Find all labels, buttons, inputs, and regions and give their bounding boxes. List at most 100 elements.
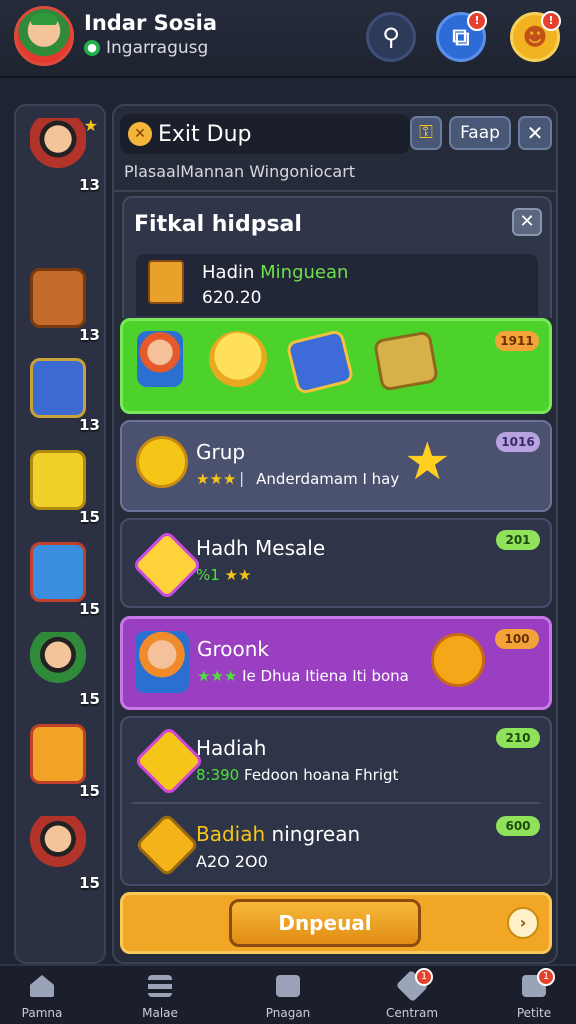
gem-icon xyxy=(131,529,203,601)
nav-item-pamna[interactable]: Pamna xyxy=(2,972,82,1020)
sidebar-item-character-2[interactable]: 15 xyxy=(24,630,100,710)
nav-label: Pamna xyxy=(21,1006,63,1020)
copy-button[interactable]: ⧉ ! xyxy=(436,11,487,62)
card-title: Hadiah xyxy=(196,736,267,760)
book-icon xyxy=(285,328,355,396)
card-subtitle-text: ⎸Anderdamam I hay xyxy=(241,470,400,488)
nav-item-pnagan[interactable]: Pnagan xyxy=(248,972,328,1020)
card-subtitle: ★★★ Ie Dhua Itiena Iti bona xyxy=(197,667,409,685)
card-title-white: ningrean xyxy=(271,822,361,846)
nav-item-petite[interactable]: 1 Petite xyxy=(494,968,574,1020)
nav-label: Malae xyxy=(142,1006,178,1020)
exit-field[interactable]: ✕ Exit Dup xyxy=(120,114,410,154)
emote-button[interactable]: ☻ ! xyxy=(510,11,561,62)
chat-button[interactable]: ⚲ xyxy=(366,12,416,62)
sidebar: ★ 13 13 13 15 15 15 15 15 xyxy=(14,104,106,964)
sidebar-item-count: 13 xyxy=(79,326,100,344)
card-title-2: Badiah ningrean xyxy=(196,822,360,846)
reward-card-hadh-mesale[interactable]: Hadh Mesale %1 ★★ 201 xyxy=(120,518,552,608)
sidebar-item-count: 15 xyxy=(79,600,100,618)
star-icon: ★★ xyxy=(224,566,252,584)
card-title-gold: Badiah xyxy=(196,822,272,846)
panel-header: ✕ Exit Dup ⚿ Faap ✕ PlasaalMannan Wingon… xyxy=(114,106,556,192)
gold-crate-icon xyxy=(30,724,86,784)
chest-icon xyxy=(30,268,86,328)
reward-card-grup[interactable]: Grup ★★★ ⎸Anderdamam I hay ★ 1016 xyxy=(120,420,552,512)
card-title: Groonk xyxy=(197,637,270,661)
top-bar: Indar Sosia ● Ingarragusg ⚲ ⧉ ! ☻ ! xyxy=(0,0,576,78)
card-badge: 100 xyxy=(495,629,539,649)
card-title: Grup xyxy=(196,440,246,464)
reward-card-hadiah[interactable]: Hadiah 8:390 Fedoon hoana Fhrigt 210 Bad… xyxy=(120,716,552,886)
nav-label: Centram xyxy=(385,1006,439,1020)
notification-badge: ! xyxy=(541,11,561,31)
card-subtitle: 8:390 Fedoon hoana Fhrigt xyxy=(196,766,398,784)
nav-item-centram[interactable]: 1 Centram xyxy=(372,968,452,1020)
sidebar-item-character-3[interactable]: 15 xyxy=(24,814,100,894)
tools-icon: 1 xyxy=(395,968,433,1003)
coin-icon xyxy=(431,633,485,687)
section-close-button[interactable]: ✕ xyxy=(512,208,542,236)
big-star-icon: ★ xyxy=(404,432,451,492)
sidebar-item-gold-block[interactable]: 15 xyxy=(24,448,100,528)
section-row[interactable]: Hadin Minguean 620.20 xyxy=(136,254,538,316)
sidebar-item-count: 15 xyxy=(79,690,100,708)
reward-panel: ✕ Exit Dup ⚿ Faap ✕ PlasaalMannan Wingon… xyxy=(112,104,558,964)
card-badge: 1911 xyxy=(495,331,539,351)
sidebar-item-chest[interactable]: 13 xyxy=(24,266,100,346)
sidebar-item-toolbox[interactable]: 15 xyxy=(24,540,100,620)
sidebar-item-count: 13 xyxy=(79,416,100,434)
sidebar-item-gold-crate[interactable]: 15 xyxy=(24,722,100,802)
medal-icon xyxy=(136,436,188,488)
gold-block-icon xyxy=(30,450,86,510)
reward-card-green[interactable]: 1911 xyxy=(120,318,552,414)
gift-icon xyxy=(273,972,303,1000)
card-subtitle-text: Fedoon hoana Fhrigt xyxy=(244,766,399,784)
reward-card-groonk[interactable]: Groonk ★★★ Ie Dhua Itiena Iti bona 100 xyxy=(120,616,552,710)
copy-icon: ⧉ xyxy=(452,23,470,51)
sidebar-item-count: 15 xyxy=(79,508,100,526)
gold-badge-icon xyxy=(134,812,200,878)
list-icon xyxy=(145,972,175,1000)
toolbox-icon xyxy=(30,542,86,602)
claim-bar: Dnpeual › xyxy=(120,892,552,954)
exit-icon: ✕ xyxy=(128,122,152,146)
close-button[interactable]: ✕ xyxy=(518,116,552,150)
close-icon: ✕ xyxy=(519,211,535,232)
player-name: Indar Sosia xyxy=(84,11,218,35)
player-avatar[interactable] xyxy=(14,6,74,66)
bottom-nav: Pamna Malae Pnagan 1 Centram 1 Petite xyxy=(0,964,576,1024)
next-button[interactable]: › xyxy=(507,907,539,939)
section-title: Fitkal hidpsal xyxy=(134,212,302,237)
faap-button[interactable]: Faap xyxy=(449,116,511,150)
gem-icon xyxy=(133,725,205,797)
sidebar-item-blue-chest[interactable]: 13 xyxy=(24,356,100,436)
section-row-value: 620.20 xyxy=(202,288,262,308)
character-avatar xyxy=(30,118,86,178)
player-subtitle-text: Ingarragusg xyxy=(106,38,209,58)
exit-label: Exit Dup xyxy=(158,121,252,147)
character-icon xyxy=(135,631,189,693)
card-subtitle-text: Ie Dhua Itiena Iti bona xyxy=(242,667,409,685)
chat-icon: ● xyxy=(84,40,100,56)
nav-item-malae[interactable]: Malae xyxy=(120,972,200,1020)
card-badge: 600 xyxy=(496,816,540,836)
sidebar-item-count: 15 xyxy=(79,874,100,892)
chest-icon xyxy=(148,260,184,304)
card-stars-text: %1 xyxy=(196,566,220,584)
card-subtitle: ★★★ ⎸Anderdamam I hay xyxy=(196,470,399,488)
character-avatar-3 xyxy=(30,816,86,876)
notification-badge: 1 xyxy=(415,968,433,986)
key-button[interactable]: ⚿ xyxy=(410,116,442,150)
claim-button[interactable]: Dnpeual xyxy=(229,899,421,947)
key-icon: ⚿ xyxy=(419,122,433,143)
card-badge: 1016 xyxy=(496,432,540,452)
divider xyxy=(132,802,540,804)
card-title: Hadh Mesale xyxy=(196,536,326,560)
sidebar-item-count: 13 xyxy=(79,176,100,194)
chat-bubble-icon: ⚲ xyxy=(382,23,400,51)
sidebar-item-character[interactable]: ★ 13 xyxy=(24,116,100,196)
blue-chest-icon xyxy=(30,358,86,418)
card-value: A2O 2O0 xyxy=(196,852,268,871)
scroll-icon xyxy=(372,330,440,392)
